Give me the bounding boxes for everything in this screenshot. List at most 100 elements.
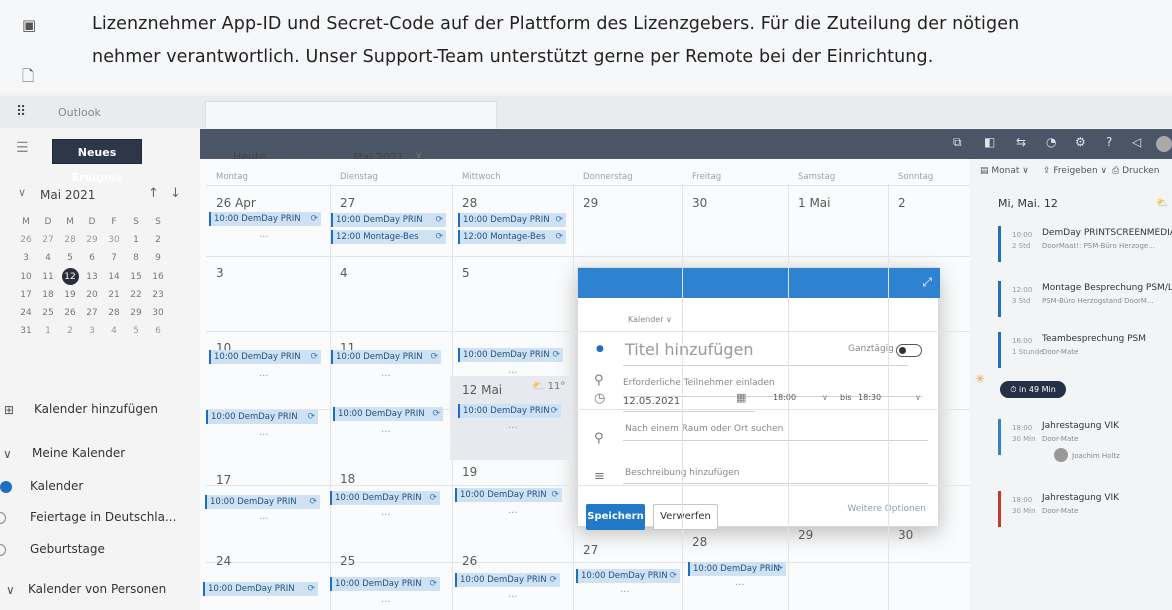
more-events-dots[interactable]: ··· [735, 580, 745, 591]
mini-day[interactable]: 21 [103, 286, 125, 304]
discard-button[interactable]: Verwerfen [653, 504, 718, 530]
calendar-checkbox-kalender[interactable] [0, 481, 12, 493]
print-button[interactable]: ⎙ Drucken [1112, 166, 1159, 176]
day-number[interactable]: 19 [462, 465, 477, 479]
more-events-dots[interactable]: ··· [508, 423, 518, 434]
event-chip[interactable]: 10:00 DemDay PRIN ⟳ [458, 404, 561, 418]
add-calendar-link[interactable]: Kalender hinzufügen [34, 402, 158, 416]
avatar[interactable] [1156, 136, 1172, 152]
mini-day[interactable]: 29 [125, 304, 147, 322]
mini-day[interactable]: 26 [59, 304, 81, 322]
mini-day[interactable]: 27 [37, 231, 59, 249]
mini-day[interactable]: 30 [103, 231, 125, 249]
day-number[interactable]: 30 [692, 196, 707, 210]
day-number[interactable]: 29 [798, 528, 813, 542]
day-number[interactable]: 12 Mai [462, 383, 502, 397]
mini-day[interactable]: 15 [125, 268, 147, 286]
expand-icon[interactable]: ⤢ [922, 275, 932, 290]
day-number[interactable]: 26 Apr [216, 196, 256, 210]
arrow-down-icon[interactable]: ↓ [170, 186, 181, 201]
mini-day[interactable]: 2 [147, 231, 169, 249]
chat-icon[interactable]: ⧉ [953, 135, 962, 150]
mini-day[interactable]: 28 [103, 304, 125, 322]
app-launcher-icon[interactable]: ⠿ [16, 104, 26, 120]
more-events-dots[interactable]: ··· [381, 427, 391, 438]
more-events-dots[interactable]: ··· [259, 371, 269, 382]
mini-day[interactable]: 20 [81, 286, 103, 304]
event-chip[interactable]: 10:00 DemDay PRIN ⟳ [330, 577, 440, 591]
day-number[interactable]: 27 [340, 196, 355, 210]
month-view-button[interactable]: ▤ Monat ∨ [980, 166, 1029, 176]
date-input[interactable]: 12.05.2021 [623, 396, 680, 407]
end-time-select[interactable]: 18:30 [858, 393, 881, 402]
chevron-down-icon[interactable]: ∨ [18, 186, 26, 199]
mini-day[interactable]: 14 [103, 268, 125, 286]
mini-day[interactable]: 25 [37, 304, 59, 322]
mini-day[interactable]: 17 [15, 286, 37, 304]
mini-day[interactable]: 23 [147, 286, 169, 304]
more-events-dots[interactable]: ··· [620, 587, 630, 598]
office-icon[interactable]: ◧ [984, 135, 995, 149]
more-events-dots[interactable]: ··· [508, 592, 518, 603]
day-number[interactable]: 4 [340, 266, 348, 280]
more-events-dots[interactable]: ··· [508, 508, 518, 519]
calendar-picker-icon[interactable]: ▦ [736, 391, 746, 404]
people-calendars-heading[interactable]: Kalender von Personen [28, 582, 166, 596]
mini-day[interactable]: 29 [81, 231, 103, 249]
event-chip[interactable]: 10:00 DemDay PRIN ⟳ [203, 582, 318, 596]
mini-day[interactable]: 6 [147, 322, 169, 340]
mini-day[interactable]: 3 [81, 322, 103, 340]
day-number[interactable]: 28 [692, 535, 707, 549]
mini-day[interactable]: 16 [147, 268, 169, 286]
mini-day[interactable]: 27 [81, 304, 103, 322]
event-chip[interactable]: 10:00 DemDay PRIN ⟳ [576, 569, 680, 583]
mini-day[interactable]: 24 [15, 304, 37, 322]
more-events-dots[interactable]: ··· [381, 510, 391, 521]
chevron-down-icon[interactable]: ∨ [822, 393, 828, 402]
calendar-item-kalender[interactable]: Kalender [30, 479, 83, 493]
mini-day[interactable]: 19 [59, 286, 81, 304]
more-events-dots[interactable]: ··· [259, 232, 269, 243]
event-chip[interactable]: 10:00 DemDay PRIN ⟳ [333, 407, 443, 421]
mini-day[interactable]: 18 [37, 286, 59, 304]
location-input[interactable]: Nach einem Raum oder Ort suchen [625, 424, 783, 434]
mini-day[interactable]: 8 [125, 249, 147, 267]
mini-day[interactable]: 2 [59, 322, 81, 340]
more-events-dots[interactable]: ··· [259, 430, 269, 441]
event-chip[interactable]: 10:00 DemDay PRIN ⟳ [330, 491, 440, 505]
gear-icon[interactable]: ⚙ [1075, 135, 1086, 149]
event-chip[interactable]: 10:00 DemDay PRIN ⟳ [209, 350, 321, 364]
mini-day[interactable]: 4 [103, 322, 125, 340]
mini-day[interactable]: 22 [125, 286, 147, 304]
feedback-icon[interactable]: ◁ [1132, 135, 1141, 149]
mini-day[interactable]: 1 [37, 322, 59, 340]
day-number[interactable]: 2 [898, 196, 906, 210]
title-input[interactable]: Titel hinzufügen [625, 340, 754, 359]
mini-day[interactable]: 30 [147, 304, 169, 322]
more-events-dots[interactable]: ··· [259, 514, 269, 525]
event-chip[interactable]: 10:00 DemDay PRIN ⟳ [458, 213, 566, 227]
mini-day[interactable]: 28 [59, 231, 81, 249]
help-icon[interactable]: ? [1106, 135, 1112, 149]
more-events-dots[interactable]: ··· [381, 371, 391, 382]
event-chip[interactable]: 10:00 DemDay PRIN ⟳ [331, 213, 446, 227]
event-chip[interactable]: 12:00 Montage-Bes ⟳ [458, 230, 566, 244]
share-button[interactable]: ⇪ Freigeben ∨ [1043, 166, 1107, 176]
mini-day[interactable]: 12 [59, 267, 81, 286]
new-event-button[interactable]: Neues Ereignis [52, 139, 142, 184]
event-chip[interactable]: 12:00 Montage-Bes ⟳ [331, 230, 446, 244]
event-chip[interactable]: 10:00 DemDay PRIN ⟳ [209, 212, 321, 226]
mini-day[interactable]: 5 [125, 322, 147, 340]
hamburger-icon[interactable]: ☰ [16, 140, 29, 156]
day-number[interactable]: 27 [583, 543, 598, 557]
event-chip[interactable]: 10:00 DemDay PRIN ⟳ [205, 495, 320, 509]
calendar-item-feiertage[interactable]: Feiertage in Deutschla... [30, 510, 176, 524]
more-events-dots[interactable]: ··· [508, 368, 518, 379]
mini-day[interactable]: 5 [59, 249, 81, 267]
mini-day[interactable]: 26 [15, 231, 37, 249]
mini-day[interactable]: 9 [147, 249, 169, 267]
calendar-item-geburtstage[interactable]: Geburtstage [30, 542, 105, 556]
more-options-link[interactable]: Weitere Optionen [847, 504, 926, 514]
start-time-select[interactable]: 18:00 [773, 393, 796, 402]
chevron-down-icon[interactable]: ∨ [915, 393, 921, 402]
